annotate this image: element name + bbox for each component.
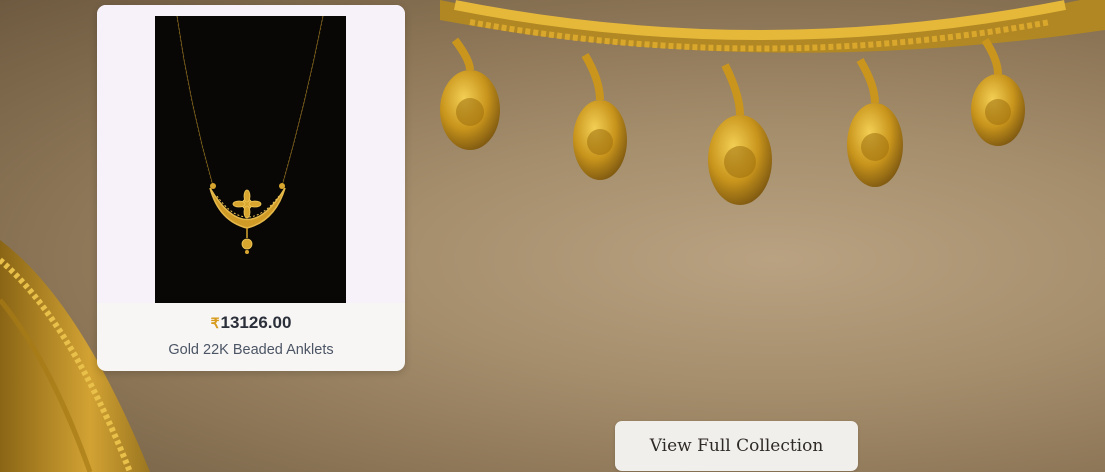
price-value: 13126.00	[220, 313, 292, 332]
product-image[interactable]	[155, 15, 346, 303]
product-image-area	[97, 5, 405, 303]
product-name[interactable]: Gold 22K Beaded Anklets	[97, 342, 405, 358]
currency-symbol: ₹	[210, 315, 220, 331]
view-full-collection-button[interactable]: View Full Collection	[615, 421, 858, 471]
product-price: ₹13126.00	[97, 313, 405, 333]
product-card[interactable]: ₹13126.00 Gold 22K Beaded Anklets	[97, 5, 405, 371]
gold-pendant-necklace-icon	[176, 15, 324, 254]
